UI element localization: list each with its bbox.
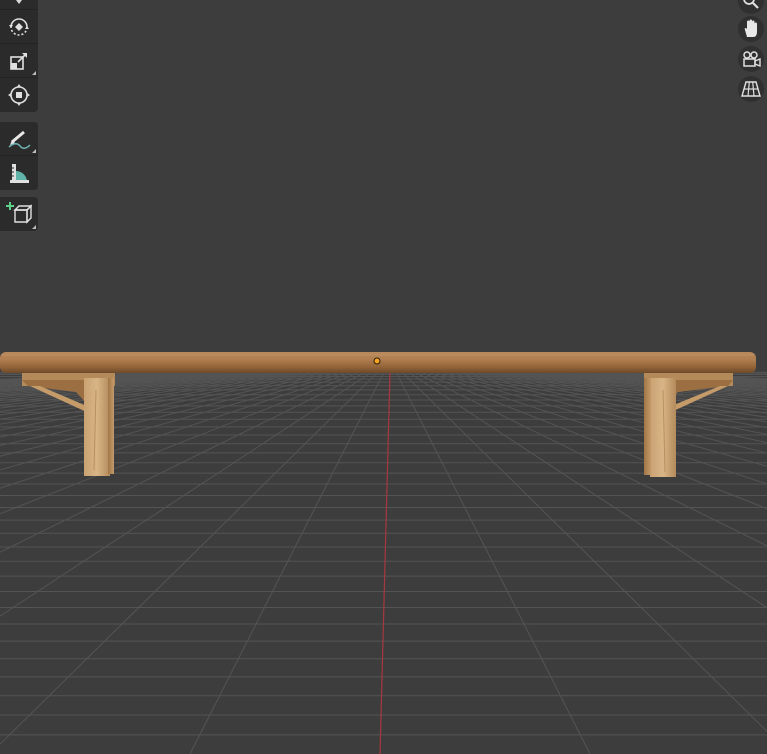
object-origin-dot[interactable] [373, 357, 381, 365]
grid-column-line [0, 371, 355, 489]
grid-column-line [491, 371, 767, 405]
tool-options-corner [32, 71, 36, 75]
grid-column-line [0, 371, 301, 412]
bench-right-leg [644, 372, 733, 477]
grid-column-line [509, 371, 767, 398]
grid-column-line [407, 371, 767, 609]
tool-add-cube[interactable] [0, 197, 38, 231]
pan-hand-icon [744, 19, 757, 37]
grid-column-line [413, 371, 767, 547]
grid-column-line [0, 371, 373, 617]
grid-column-line [515, 371, 767, 397]
add-cube-icon [6, 202, 32, 224]
grid-column-line [0, 371, 235, 391]
grid-column-line [395, 371, 591, 754]
tool-options-corner [32, 149, 36, 153]
camera-view-icon [743, 51, 761, 68]
grid-column-line [485, 371, 767, 408]
tool-options-corner [32, 225, 36, 229]
toolbar-add-group [0, 197, 38, 231]
grid-column-line [0, 371, 343, 457]
grid-column-line [617, 371, 767, 381]
grid-column-line [401, 371, 767, 733]
dropdown-arrow-icon [16, 0, 22, 4]
tool-rotate[interactable] [0, 10, 38, 44]
grid-column-line [0, 371, 307, 416]
tool-annotate[interactable] [0, 122, 38, 156]
grid-column-line [419, 371, 767, 510]
bench-model[interactable] [0, 352, 756, 477]
tool-measure[interactable] [0, 156, 38, 190]
zoom-icon [743, 0, 759, 9]
grid-column-line [449, 371, 767, 435]
scale-icon [10, 52, 27, 70]
measure-icon [10, 164, 29, 183]
pan-button[interactable] [738, 16, 764, 42]
3d-viewport[interactable] [0, 0, 767, 754]
annotate-icon [8, 130, 31, 149]
viewport-scene [0, 352, 767, 754]
grid-column-line [0, 371, 283, 404]
grid-column-line [473, 371, 767, 414]
grid-column-line [461, 371, 767, 423]
grid-column-line [467, 371, 767, 418]
rotate-icon [9, 17, 29, 36]
tool-scale[interactable] [0, 44, 38, 78]
grid-column-line [0, 371, 349, 471]
grid-column-line [497, 371, 767, 402]
toolbar-top-group [0, 0, 38, 112]
grid-column-line [479, 371, 767, 411]
x-axis-line [379, 371, 391, 754]
grid-column-line [189, 371, 385, 754]
grid-column-line [0, 371, 157, 381]
ortho-view-button[interactable] [738, 76, 764, 102]
grid-column-line [437, 371, 767, 454]
transform-icon [8, 84, 30, 106]
grid-column-line [0, 371, 313, 420]
grid-column-line [455, 371, 767, 429]
tool-transform[interactable] [0, 78, 38, 112]
grid-column-line [0, 371, 379, 745]
tool-dropdown[interactable] [0, 0, 38, 10]
grid-column-line [0, 371, 331, 438]
grid-column-line [0, 371, 367, 553]
toolbar-annotate-group [0, 122, 38, 190]
grid-column-line [0, 371, 241, 392]
orthographic-grid-icon [741, 81, 761, 97]
camera-view-button[interactable] [738, 46, 764, 72]
